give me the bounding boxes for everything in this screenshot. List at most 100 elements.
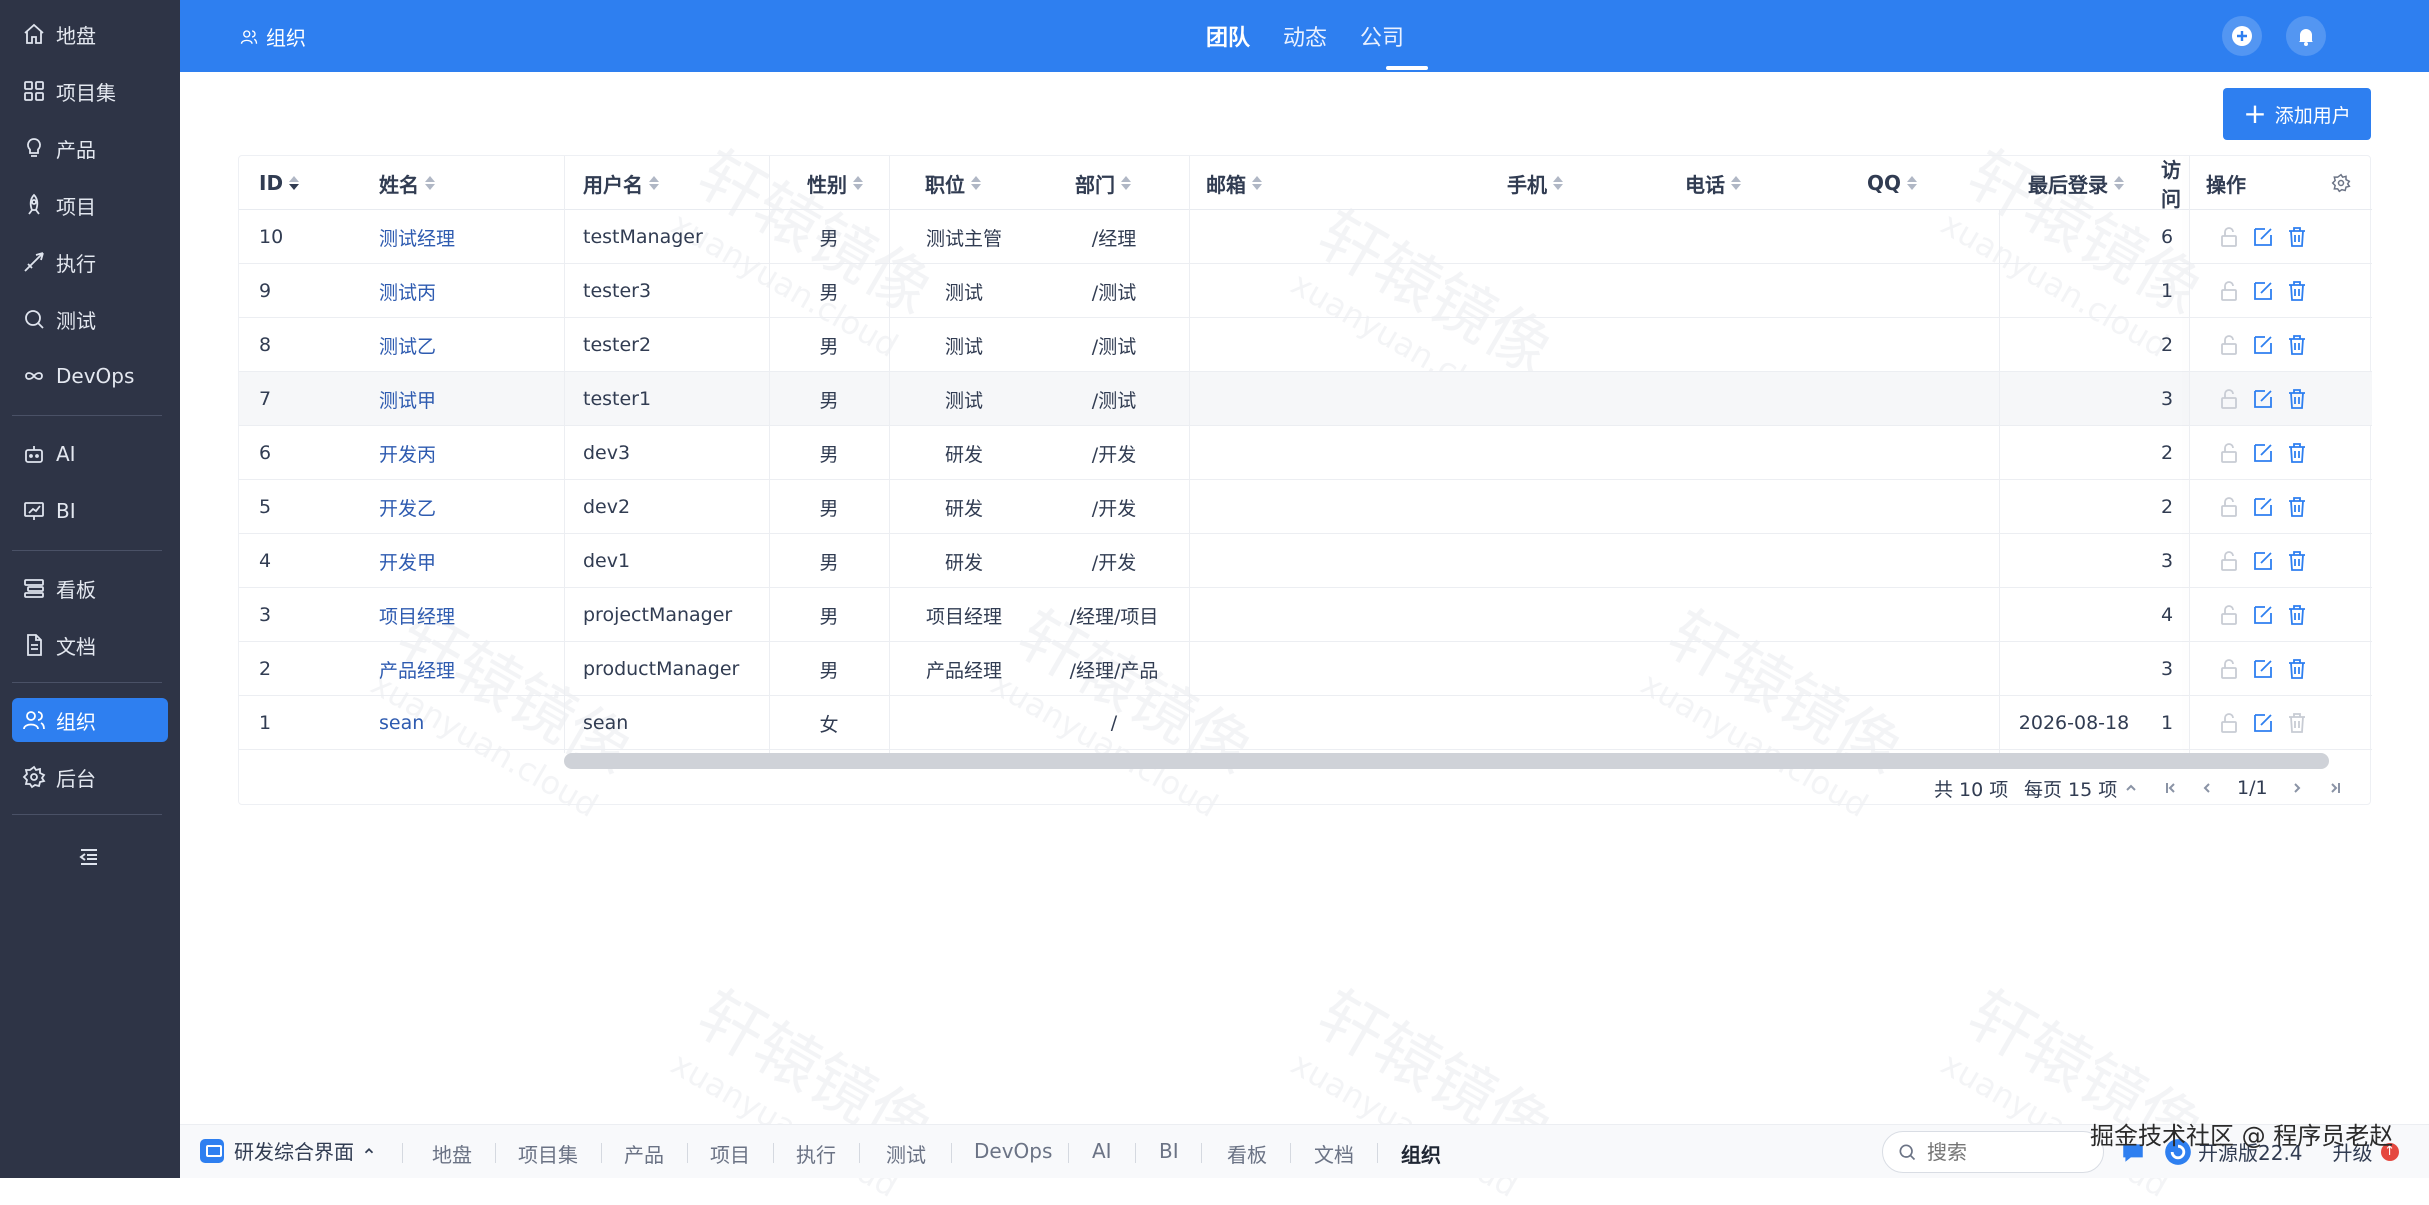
tab-dynamics[interactable]: 动态 xyxy=(1283,20,1327,52)
col-realname[interactable]: 姓名 xyxy=(379,156,435,210)
col-account[interactable]: 用户名 xyxy=(583,156,659,210)
cell-realname[interactable]: sean xyxy=(379,696,424,750)
collapse-sidebar-button[interactable] xyxy=(72,840,106,874)
col-id[interactable]: ID xyxy=(259,156,300,210)
breadcrumb[interactable]: 组织 xyxy=(240,22,306,51)
edit-button[interactable] xyxy=(2251,225,2275,249)
col-email[interactable]: 邮箱 xyxy=(1206,156,1262,210)
unlock-button[interactable] xyxy=(2217,279,2241,303)
delete-button[interactable] xyxy=(2285,711,2309,735)
unlock-button[interactable] xyxy=(2217,225,2241,249)
col-visits[interactable]: 访问 xyxy=(2161,156,2189,210)
sidebar-item-project[interactable]: 项目 xyxy=(12,183,168,227)
delete-button[interactable] xyxy=(2285,225,2309,249)
edit-button[interactable] xyxy=(2251,495,2275,519)
column-settings-button[interactable] xyxy=(2331,156,2351,210)
tab-company[interactable]: 公司 xyxy=(1360,20,1404,52)
delete-button[interactable] xyxy=(2285,441,2309,465)
table-row[interactable]: 3 项目经理 projectManager 男 项目经理/经理/项目 4 xyxy=(239,588,2372,642)
cell-realname[interactable]: 测试甲 xyxy=(379,372,436,426)
bottom-tab-program[interactable]: 项目集 xyxy=(518,1139,578,1168)
unlock-button[interactable] xyxy=(2217,549,2241,573)
app-switcher[interactable]: 研发综合界面 xyxy=(200,1136,376,1165)
horizontal-scrollbar[interactable] xyxy=(564,753,2329,769)
bottom-tab-bi[interactable]: BI xyxy=(1159,1139,1179,1163)
search-field[interactable] xyxy=(1882,1131,2104,1173)
cell-realname[interactable]: 测试经理 xyxy=(379,210,455,264)
bottom-tab-dashboard[interactable]: 地盘 xyxy=(432,1139,472,1168)
cell-realname[interactable]: 项目经理 xyxy=(379,588,455,642)
cell-realname[interactable]: 产品经理 xyxy=(379,642,455,696)
col-mobile[interactable]: 手机 xyxy=(1507,156,1563,210)
delete-button[interactable] xyxy=(2285,657,2309,681)
unlock-button[interactable] xyxy=(2217,711,2241,735)
delete-button[interactable] xyxy=(2285,333,2309,357)
delete-button[interactable] xyxy=(2285,603,2309,627)
search-input[interactable] xyxy=(1925,1139,2075,1165)
table-row[interactable]: 9 测试丙 tester3 男 测试/测试 1 xyxy=(239,264,2372,318)
cell-realname[interactable]: 开发甲 xyxy=(379,534,436,588)
sidebar-item-admin[interactable]: 后台 xyxy=(12,755,168,799)
pager-per-page[interactable]: 每页 15 项 xyxy=(2024,768,2139,808)
bottom-tab-ai[interactable]: AI xyxy=(1092,1139,1112,1163)
cell-realname[interactable]: 测试乙 xyxy=(379,318,436,372)
create-button[interactable] xyxy=(2222,16,2262,56)
cell-realname[interactable]: 测试丙 xyxy=(379,264,436,318)
edit-button[interactable] xyxy=(2251,549,2275,573)
bottom-tab-qa[interactable]: 测试 xyxy=(886,1139,926,1168)
sidebar-item-doc[interactable]: 文档 xyxy=(12,623,168,667)
edit-button[interactable] xyxy=(2251,441,2275,465)
prev-page-button[interactable] xyxy=(2199,768,2215,808)
tab-team[interactable]: 团队 xyxy=(1206,20,1250,52)
table-row[interactable]: 4 开发甲 dev1 男 研发/开发 3 xyxy=(239,534,2372,588)
bottom-tab-devops[interactable]: DevOps xyxy=(974,1139,1052,1163)
sidebar-item-execution[interactable]: 执行 xyxy=(12,240,168,284)
table-row[interactable]: 5 开发乙 dev2 男 研发/开发 2 xyxy=(239,480,2372,534)
unlock-button[interactable] xyxy=(2217,603,2241,627)
sidebar-item-kanban[interactable]: 看板 xyxy=(12,566,168,610)
first-page-button[interactable] xyxy=(2163,768,2179,808)
edit-button[interactable] xyxy=(2251,711,2275,735)
bottom-tab-doc[interactable]: 文档 xyxy=(1314,1139,1354,1168)
table-row[interactable]: 6 开发丙 dev3 男 研发/开发 2 xyxy=(239,426,2372,480)
sidebar-item-ai[interactable]: AI xyxy=(12,432,168,476)
bottom-tab-org[interactable]: 组织 xyxy=(1401,1139,1441,1168)
unlock-button[interactable] xyxy=(2217,441,2241,465)
col-last-login[interactable]: 最后登录 xyxy=(2028,156,2124,210)
delete-button[interactable] xyxy=(2285,279,2309,303)
table-row[interactable]: 10 测试经理 testManager 男 测试主管/经理 6 xyxy=(239,210,2372,264)
unlock-button[interactable] xyxy=(2217,387,2241,411)
sidebar-item-org[interactable]: 组织 xyxy=(12,698,168,742)
col-dept[interactable]: 部门 xyxy=(1075,156,1131,210)
edit-button[interactable] xyxy=(2251,603,2275,627)
sidebar-item-bi[interactable]: BI xyxy=(12,489,168,533)
table-row[interactable]: 2 产品经理 productManager 男 产品经理/经理/产品 3 xyxy=(239,642,2372,696)
edit-button[interactable] xyxy=(2251,333,2275,357)
cell-realname[interactable]: 开发丙 xyxy=(379,426,436,480)
notifications-button[interactable] xyxy=(2286,16,2326,56)
bottom-tab-product[interactable]: 产品 xyxy=(624,1139,664,1168)
last-page-button[interactable] xyxy=(2327,768,2343,808)
sidebar-item-qa[interactable]: 测试 xyxy=(12,297,168,341)
sidebar-item-dashboard[interactable]: 地盘 xyxy=(12,12,168,56)
col-role[interactable]: 职位 xyxy=(925,156,981,210)
table-row[interactable]: 7 测试甲 tester1 男 测试/测试 3 xyxy=(239,372,2372,426)
sidebar-item-program[interactable]: 项目集 xyxy=(12,69,168,113)
col-gender[interactable]: 性别 xyxy=(807,156,863,210)
next-page-button[interactable] xyxy=(2289,768,2305,808)
unlock-button[interactable] xyxy=(2217,333,2241,357)
add-user-button[interactable]: + 添加用户 xyxy=(2223,88,2371,140)
bottom-tab-execution[interactable]: 执行 xyxy=(796,1139,836,1168)
sidebar-item-product[interactable]: 产品 xyxy=(12,126,168,170)
edit-button[interactable] xyxy=(2251,657,2275,681)
delete-button[interactable] xyxy=(2285,387,2309,411)
unlock-button[interactable] xyxy=(2217,495,2241,519)
sidebar-item-devops[interactable]: DevOps xyxy=(12,354,168,398)
delete-button[interactable] xyxy=(2285,549,2309,573)
edit-button[interactable] xyxy=(2251,387,2275,411)
col-phone[interactable]: 电话 xyxy=(1685,156,1741,210)
delete-button[interactable] xyxy=(2285,495,2309,519)
table-row[interactable]: 1 sean sean 女 / 2026-08-18 1 xyxy=(239,696,2372,750)
table-row[interactable]: 8 测试乙 tester2 男 测试/测试 2 xyxy=(239,318,2372,372)
unlock-button[interactable] xyxy=(2217,657,2241,681)
